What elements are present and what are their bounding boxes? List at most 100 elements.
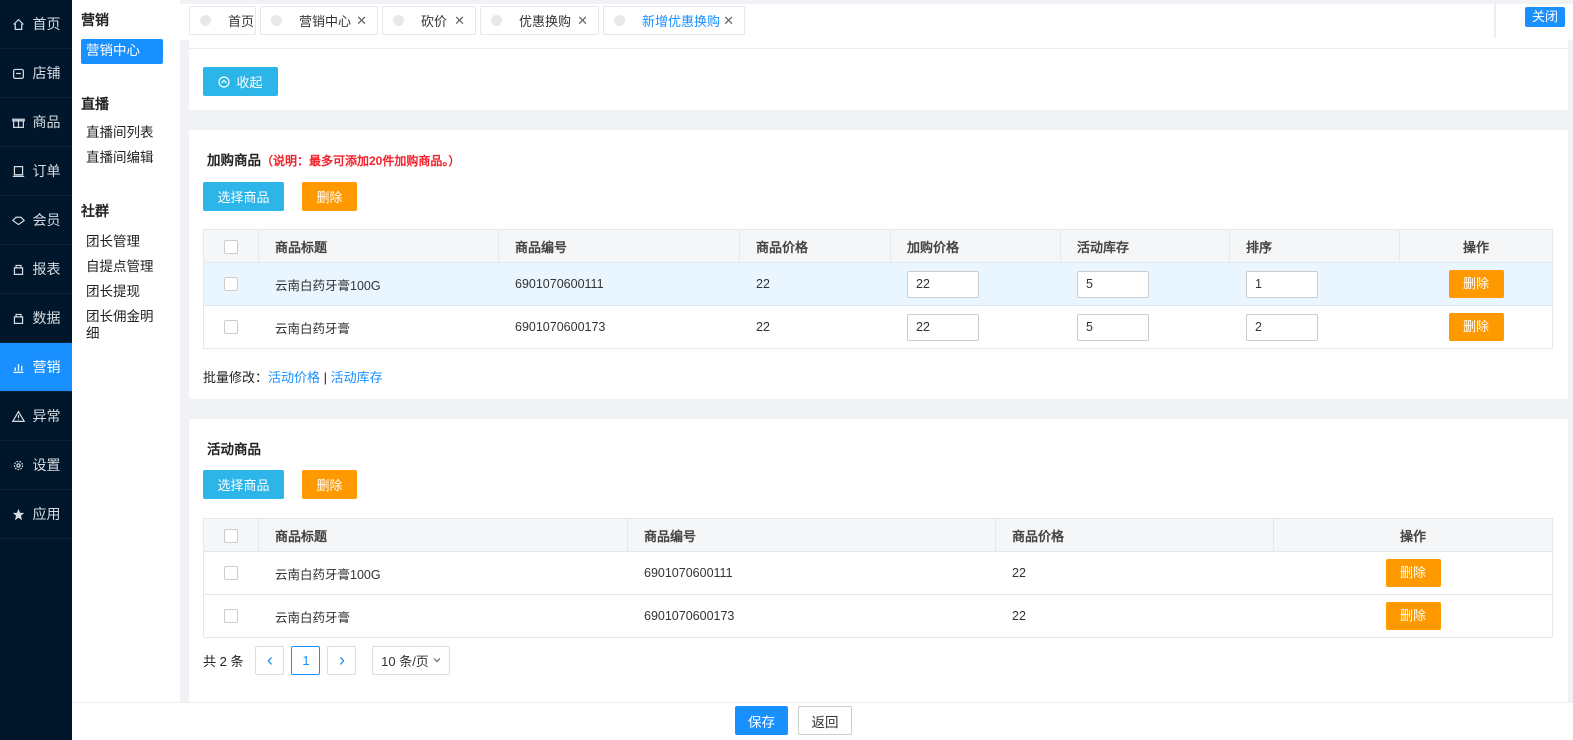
collapse-button[interactable]: 收起 [203,67,278,96]
row-delete-button[interactable]: 删除 [1448,270,1504,298]
nav-item-settings[interactable]: 设置 [0,441,72,490]
subnav-item-live-edit[interactable]: 直播间编辑 [72,149,154,166]
close-icon[interactable]: ✕ [577,13,588,29]
batch-edit-stock-link[interactable]: 活动库存 [331,370,383,385]
addon-price-cell [890,262,1061,306]
stock-cell [1060,305,1230,349]
nav-item-goods[interactable]: 商品 [0,98,72,147]
subnav-item-leader-commission[interactable]: 团长佣金明细 [72,308,156,342]
nav-item-store[interactable]: 店铺 [0,49,72,98]
page-1-button[interactable]: 1 [291,645,321,675]
gift-icon [11,118,25,128]
nav-item-apps[interactable]: 应用 [0,490,72,539]
col-header: 操作 [1399,229,1553,263]
nav-item-label: 会员 [32,212,61,228]
select-all-header [203,229,259,263]
tab-new-discount-swap[interactable]: 新增优惠换购 ✕ [603,6,745,35]
nav-item-marketing[interactable]: 营销 [0,343,72,392]
store-icon [12,68,24,79]
select-all-checkbox[interactable] [224,239,238,254]
report-icon [13,264,23,275]
divider [189,48,1568,49]
main-sidebar: 首页 店铺 商品 订单 会员 报表 数据 营销 异常 设置 应用 [0,0,72,740]
close-icon[interactable]: ✕ [454,13,465,29]
select-all-checkbox[interactable] [224,528,238,543]
activity-stock-input[interactable] [1077,313,1149,341]
addon-section-title: 加购商品（说明：最多可添加20件加购商品。） [207,149,460,169]
prev-page-button[interactable]: ‹ [255,645,285,675]
col-header: 商品编号 [498,229,740,263]
tab-label: 新增优惠换购 [642,14,721,29]
col-header: 商品价格 [995,518,1274,552]
tab-label: 首页 [228,14,255,29]
activity-select-goods-button[interactable]: 选择商品 [203,470,284,499]
goods-code: 6901070600173 [627,594,996,638]
warning-icon [11,409,25,422]
subnav-item-marketing-center[interactable]: 营销中心 [81,39,163,64]
addon-select-goods-button[interactable]: 选择商品 [203,182,284,211]
nav-item-order[interactable]: 订单 [0,147,72,196]
nav-item-home[interactable]: 首页 [0,0,72,49]
tab-home[interactable]: 首页 [189,6,256,35]
subnav-item-live-list[interactable]: 直播间列表 [72,124,154,141]
goods-title: 云南白药牙膏100G [258,262,499,306]
addon-price-input[interactable] [907,313,979,341]
batch-edit-price-link[interactable]: 活动价格 [268,370,320,385]
sort-cell [1229,305,1400,349]
close-icon[interactable]: ✕ [356,13,367,29]
select-all-header [203,518,259,552]
nav-item-exception[interactable]: 异常 [0,392,72,441]
row-checkbox-cell [203,594,259,638]
page-size-select[interactable]: 10 条/页 [372,645,451,675]
sort-input[interactable] [1246,313,1318,341]
chevron-right-icon: › [338,650,345,670]
addon-delete-button[interactable]: 删除 [302,182,357,211]
chevron-left-icon: ‹ [266,650,273,670]
activity-goods-table: 商品标题 商品编号 商品价格 操作 云南白药牙膏100G 69010706001… [203,518,1553,638]
member-icon [11,216,25,225]
back-button[interactable]: 返回 [798,706,852,735]
tab-marketing-center[interactable]: 营销中心 ✕ [260,6,378,35]
tab-discount-swap[interactable]: 优惠换购 ✕ [480,6,599,35]
row-checkbox[interactable] [224,566,238,581]
activity-section-title: 活动商品 [207,442,261,457]
nav-item-data[interactable]: 数据 [0,294,72,343]
nav-item-report[interactable]: 报表 [0,245,72,294]
action-cell: 删除 [1273,551,1553,595]
goods-code: 6901070600111 [627,551,996,595]
col-header: 活动库存 [1060,229,1230,263]
row-checkbox[interactable] [224,609,238,624]
sort-cell [1229,262,1400,306]
row-checkbox[interactable] [224,277,238,292]
col-header: 商品标题 [258,229,499,263]
order-icon [12,165,24,177]
goods-title: 云南白药牙膏 [258,594,628,638]
gear-icon [13,460,23,470]
tab-dot-icon [614,15,625,26]
addon-products-card: 加购商品（说明：最多可添加20件加购商品。） 选择商品 删除 商品标题 商品编号… [189,130,1568,399]
table-row: 云南白药牙膏 6901070600173 22 删除 [203,305,1553,349]
save-button[interactable]: 保存 [735,706,788,735]
col-header: 商品价格 [739,229,891,263]
close-icon[interactable]: ✕ [723,13,734,29]
footer-bar: 保存 返回 [72,702,1573,740]
subnav-item-pickup-manage[interactable]: 自提点管理 [72,258,154,275]
next-page-button[interactable]: › [327,645,357,675]
pagination: 共 2 条 ‹ 1 › 10 条/页 [203,645,451,675]
top-card: 收起 [189,38,1568,110]
nav-item-label: 订单 [32,163,61,179]
row-delete-button[interactable]: 删除 [1385,559,1441,587]
subnav-item-leader-manage[interactable]: 团长管理 [72,233,140,250]
close-all-tabs-button[interactable]: 关闭 [1525,7,1565,27]
tab-label: 砍价 [421,14,448,29]
nav-item-member[interactable]: 会员 [0,196,72,245]
row-checkbox[interactable] [224,320,238,335]
tab-bargain[interactable]: 砍价 ✕ [382,6,476,35]
row-delete-button[interactable]: 删除 [1448,313,1504,341]
sort-input[interactable] [1246,270,1318,298]
addon-price-input[interactable] [907,270,979,298]
activity-stock-input[interactable] [1077,270,1149,298]
subnav-item-leader-withdraw[interactable]: 团长提现 [72,283,140,300]
row-delete-button[interactable]: 删除 [1385,602,1441,630]
activity-delete-button[interactable]: 删除 [302,470,357,499]
